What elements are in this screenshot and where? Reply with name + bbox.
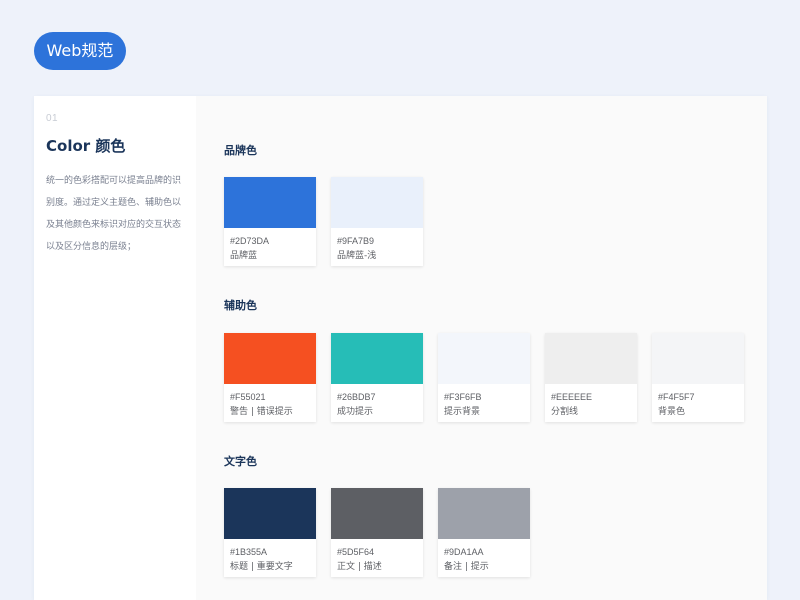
description-line: 以及区分信息的层级； [46, 242, 137, 252]
color-swatch[interactable]: #5D5F64 正文 | 描述 [331, 488, 423, 577]
color-spec-card: 01 Color 颜色 统一的色彩搭配可以提高品牌的识 别度。通过定义主题色、辅… [34, 96, 767, 600]
hex-code: #F3F6FB [444, 392, 482, 402]
color-swatch[interactable]: #2D73DA 品牌蓝 [224, 177, 316, 266]
section-intro: 01 Color 颜色 统一的色彩搭配可以提高品牌的识 别度。通过定义主题色、辅… [34, 96, 196, 600]
web-spec-badge[interactable]: Web规范 [34, 32, 126, 70]
color-chip [438, 333, 530, 384]
hex-code: #EEEEEE [551, 392, 593, 402]
color-name: 背景色 [658, 407, 686, 417]
color-name: 分割线 [551, 407, 579, 417]
description-line: 及其他颜色来标识对应的交互状态 [46, 220, 182, 230]
color-name: 标题 | 重要文字 [230, 562, 293, 572]
color-name: 品牌蓝-浅 [337, 251, 377, 261]
color-chip [331, 333, 423, 384]
color-chip [224, 488, 316, 539]
color-swatch[interactable]: #F3F6FB 提示背景 [438, 333, 530, 422]
color-swatch[interactable]: #F55021 警告 | 错误提示 [224, 333, 316, 422]
hex-code: #9FA7B9 [337, 236, 375, 246]
color-chip [224, 333, 316, 384]
group-title: 品牌色 [224, 144, 257, 157]
hex-code: #2D73DA [230, 236, 270, 246]
color-chip [331, 488, 423, 539]
group-title: 辅助色 [224, 299, 257, 312]
hex-code: #26BDB7 [337, 392, 376, 402]
color-name: 成功提示 [337, 407, 374, 417]
hex-code: #F55021 [230, 392, 266, 402]
color-name: 警告 | 错误提示 [230, 407, 293, 417]
color-chip [652, 333, 744, 384]
swatch-row: #F55021 警告 | 错误提示 #26BDB7 成功提示 #F3F6FB 提… [224, 333, 767, 422]
section-description: 统一的色彩搭配可以提高品牌的识 别度。通过定义主题色、辅助色以 及其他颜色来标识… [46, 170, 184, 258]
color-chip [545, 333, 637, 384]
description-line: 统一的色彩搭配可以提高品牌的识 [46, 176, 182, 186]
brand-color-group: 品牌色 #2D73DA 品牌蓝 #9FA7B9 品牌蓝-浅 [224, 142, 767, 266]
color-name: 提示背景 [444, 407, 481, 417]
color-chip [438, 488, 530, 539]
section-number: 01 [46, 113, 59, 124]
color-swatch[interactable]: #1B355A 标题 | 重要文字 [224, 488, 316, 577]
swatch-row: #2D73DA 品牌蓝 #9FA7B9 品牌蓝-浅 [224, 177, 767, 266]
color-swatch[interactable]: #9FA7B9 品牌蓝-浅 [331, 177, 423, 266]
color-name: 正文 | 描述 [337, 562, 382, 572]
color-chip [224, 177, 316, 228]
hex-code: #1B355A [230, 547, 268, 557]
description-line: 别度。通过定义主题色、辅助色以 [46, 198, 182, 208]
hex-code: #5D5F64 [337, 547, 375, 557]
swatch-row: #1B355A 标题 | 重要文字 #5D5F64 正文 | 描述 #9DA1A… [224, 488, 767, 577]
color-swatch[interactable]: #EEEEEE 分割线 [545, 333, 637, 422]
auxiliary-color-group: 辅助色 #F55021 警告 | 错误提示 #26BDB7 成功提示 #F3F6… [224, 297, 767, 422]
hex-code: #F4F5F7 [658, 392, 695, 402]
color-chip [331, 177, 423, 228]
palette-panel: 品牌色 #2D73DA 品牌蓝 #9FA7B9 品牌蓝-浅 辅助色 #F5502… [196, 96, 767, 600]
color-name: 品牌蓝 [230, 251, 258, 261]
color-name: 备注 | 提示 [444, 562, 489, 572]
color-swatch[interactable]: #26BDB7 成功提示 [331, 333, 423, 422]
color-swatch[interactable]: #9DA1AA 备注 | 提示 [438, 488, 530, 577]
text-color-group: 文字色 #1B355A 标题 | 重要文字 #5D5F64 正文 | 描述 #9… [224, 453, 767, 577]
section-title: Color 颜色 [46, 137, 126, 155]
group-title: 文字色 [224, 455, 257, 468]
hex-code: #9DA1AA [444, 547, 484, 557]
color-swatch[interactable]: #F4F5F7 背景色 [652, 333, 744, 422]
